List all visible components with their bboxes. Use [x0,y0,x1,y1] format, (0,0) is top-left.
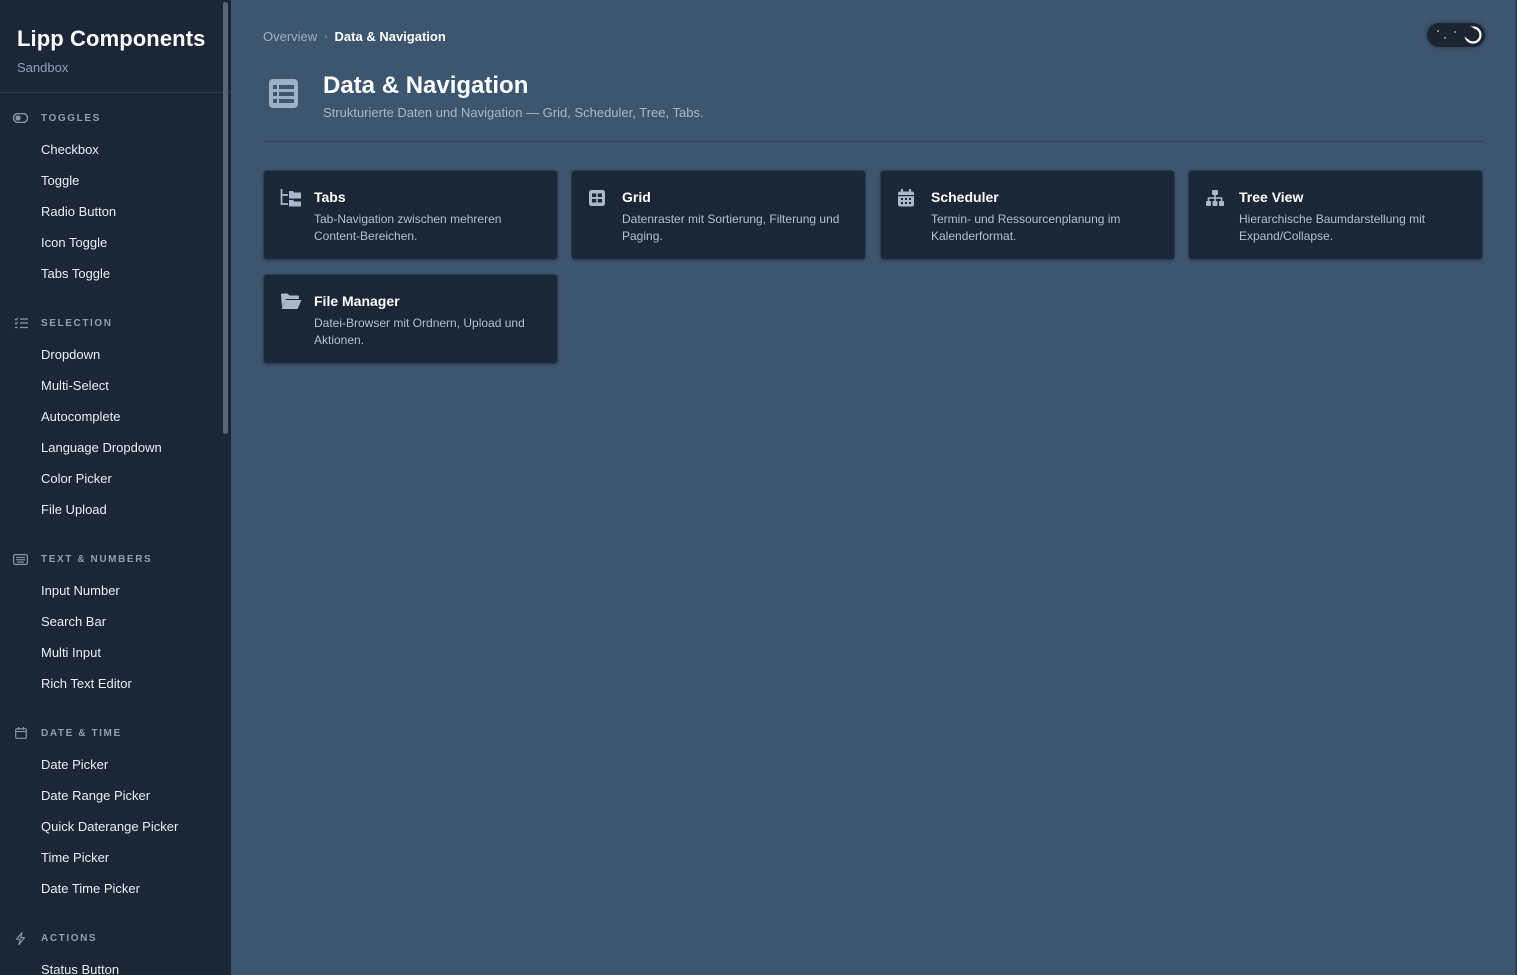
nav-section-actions: Actions Status Button [0,928,223,975]
breadcrumb-separator: › [324,31,328,42]
card-title: File Manager [314,293,400,309]
sidebar-item-quick-daterange-picker[interactable]: Quick Daterange Picker [0,811,223,842]
section-label: Date & Time [41,727,122,739]
moon-icon [1464,26,1482,44]
sidebar-item-input-number[interactable]: Input Number [0,575,223,606]
card-file-manager[interactable]: File Manager Datei-Browser mit Ordnern, … [263,274,558,364]
sidebar-item-language-dropdown[interactable]: Language Dropdown [0,432,223,463]
star-decoration [1444,37,1446,39]
calendar-days-icon [897,189,917,207]
list-check-icon [13,317,28,330]
sidebar-item-icon-toggle[interactable]: Icon Toggle [0,227,223,258]
star-decoration [1437,30,1439,32]
page-title: Data & Navigation [323,72,529,99]
sidebar-item-radio-button[interactable]: Radio Button [0,196,223,227]
section-label: Toggles [41,112,101,124]
sidebar-item-color-picker[interactable]: Color Picker [0,463,223,494]
card-title: Scheduler [931,189,999,205]
sidebar-item-date-picker[interactable]: Date Picker [0,749,223,780]
sidebar-item-autocomplete[interactable]: Autocomplete [0,401,223,432]
sidebar-item-tabs-toggle[interactable]: Tabs Toggle [0,258,223,289]
sidebar-item-search-bar[interactable]: Search Bar [0,606,223,637]
bolt-icon [13,931,28,945]
nav-section-selection: Selection Dropdown Multi-Select Autocomp… [0,313,223,525]
keyboard-icon [13,553,28,566]
sidebar-scrollbar[interactable] [223,2,228,434]
section-label: Actions [41,932,98,944]
card-description: Termin- und Ressourcenplanung im Kalende… [931,212,1121,243]
table-list-icon [268,78,299,109]
sidebar-item-checkbox[interactable]: Checkbox [0,134,223,165]
card-description: Tab-Navigation zwischen mehreren Content… [314,212,502,243]
sidebar-item-file-upload[interactable]: File Upload [0,494,223,525]
section-header-selection: Selection [0,313,223,333]
section-label: Selection [41,317,113,329]
breadcrumb-overview-link[interactable]: Overview [263,29,317,44]
folder-tree-icon [280,189,301,207]
sidebar-item-time-picker[interactable]: Time Picker [0,842,223,873]
sidebar: Lipp Components Sandbox Toggles Checkbox… [0,0,231,975]
sidebar-item-dropdown[interactable]: Dropdown [0,339,223,370]
card-tabs[interactable]: Tabs Tab-Navigation zwischen mehreren Co… [263,170,558,260]
card-description: Datei-Browser mit Ordnern, Upload und Ak… [314,316,525,347]
sidebar-item-rich-text-editor[interactable]: Rich Text Editor [0,668,223,699]
section-label: Text & Numbers [41,553,153,565]
card-tree-view[interactable]: Tree View Hierarchische Baumdarstellung … [1188,170,1483,260]
sitemap-icon [1205,189,1225,207]
breadcrumb-current: Data & Navigation [334,29,446,44]
theme-toggle[interactable] [1427,23,1485,47]
section-header-toggles: Toggles [0,108,223,128]
section-header-actions: Actions [0,928,223,948]
card-description: Datenraster mit Sortierung, Filterung un… [622,212,840,243]
card-grid[interactable]: Grid Datenraster mit Sortierung, Filteru… [571,170,866,260]
page-subtitle: Strukturierte Daten und Navigation — Gri… [323,105,704,120]
star-decoration [1454,31,1456,33]
card-scheduler[interactable]: Scheduler Termin- und Ressourcenplanung … [880,170,1175,260]
brand-title[interactable]: Lipp Components [17,26,231,52]
sidebar-item-toggle[interactable]: Toggle [0,165,223,196]
sidebar-item-date-range-picker[interactable]: Date Range Picker [0,780,223,811]
calendar-icon [13,727,28,740]
card-title: Tabs [314,189,346,205]
card-title: Grid [622,189,651,205]
nav-section-text-numbers: Text & Numbers Input Number Search Bar M… [0,549,223,699]
brand: Lipp Components Sandbox [0,0,231,93]
nav-section-date-time: Date & Time Date Picker Date Range Picke… [0,723,223,904]
sidebar-item-multi-select[interactable]: Multi-Select [0,370,223,401]
page-header: Data & Navigation Strukturierte Daten un… [263,70,1484,142]
sidebar-item-multi-input[interactable]: Multi Input [0,637,223,668]
sidebar-item-status-button[interactable]: Status Button [0,954,223,975]
card-description: Hierarchische Baumdarstellung mit Expand… [1239,212,1426,243]
section-header-text-numbers: Text & Numbers [0,549,223,569]
nav-section-toggles: Toggles Checkbox Toggle Radio Button Ico… [0,108,223,289]
folder-open-icon [280,293,302,311]
sidebar-item-date-time-picker[interactable]: Date Time Picker [0,873,223,904]
section-header-date-time: Date & Time [0,723,223,743]
breadcrumb: Overview › Data & Navigation [263,29,446,44]
brand-subtitle: Sandbox [17,60,69,75]
toggle-icon [13,112,28,125]
card-title: Tree View [1239,189,1304,205]
grid-table-icon [588,189,608,207]
